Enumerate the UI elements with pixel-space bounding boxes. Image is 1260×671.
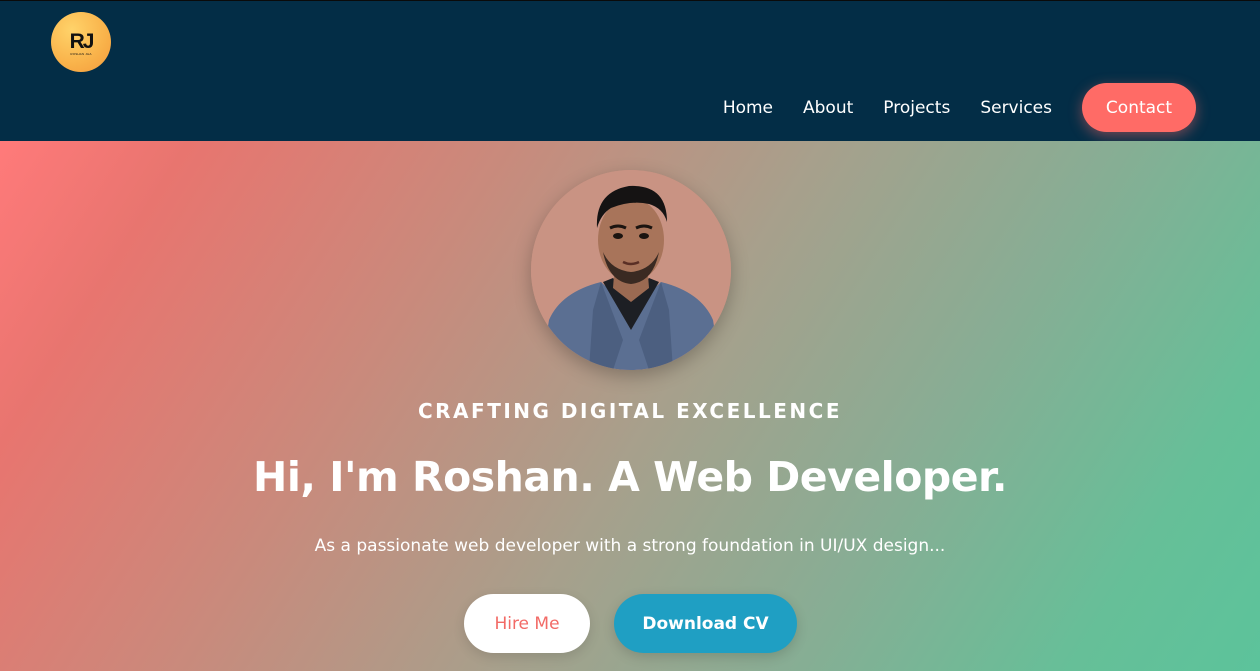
nav-services-link[interactable]: Services: [980, 98, 1052, 118]
profile-portrait: [531, 170, 731, 370]
logo-subtext: ROSHAN JHA: [70, 51, 92, 56]
hero-eyebrow: CRAFTING DIGITAL EXCELLENCE: [417, 399, 843, 423]
hero-tagline: As a passionate web developer with a str…: [314, 536, 946, 556]
hero-headline: Hi, I'm Roshan. A Web Developer.: [253, 453, 1007, 501]
hero-section: CRAFTING DIGITAL EXCELLENCE Hi, I'm Rosh…: [0, 141, 1260, 671]
nav-projects-link[interactable]: Projects: [883, 98, 950, 118]
nav-home-link[interactable]: Home: [723, 98, 773, 118]
logo-mark: RJ: [69, 29, 95, 53]
site-header: RJ ROSHAN JHA Home About Projects Servic…: [0, 0, 1260, 141]
main-nav: Home About Projects Services Contact: [693, 83, 1196, 132]
hire-me-button[interactable]: Hire Me: [464, 594, 590, 653]
portrait-illustration: [531, 170, 731, 370]
contact-button[interactable]: Contact: [1082, 83, 1196, 132]
rj-logo-icon[interactable]: RJ ROSHAN JHA: [51, 12, 111, 72]
nav-about-link[interactable]: About: [803, 98, 853, 118]
download-cv-button[interactable]: Download CV: [614, 594, 797, 653]
